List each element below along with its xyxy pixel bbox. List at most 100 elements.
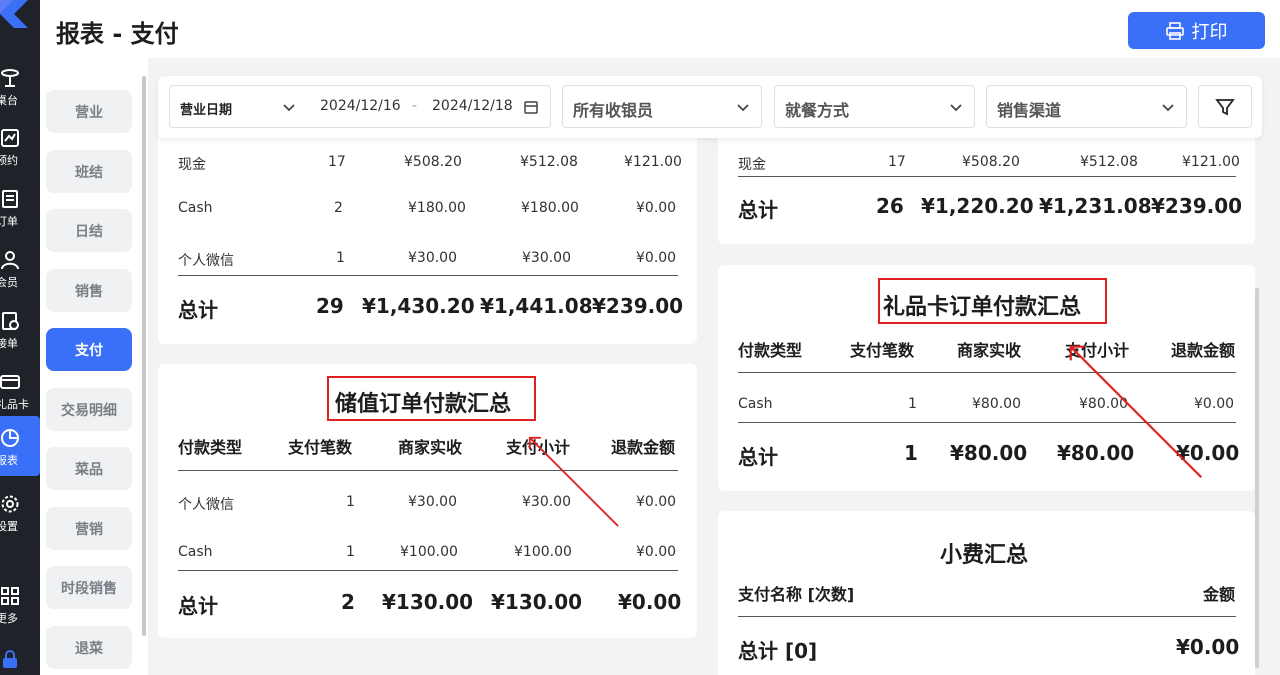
- divider: [178, 570, 678, 571]
- cell-refund: ¥0.00: [636, 494, 677, 510]
- dining-mode-select[interactable]: 就餐方式: [774, 85, 975, 128]
- chevron-down-icon: [1162, 104, 1174, 112]
- sales-channel-select[interactable]: 销售渠道: [986, 85, 1187, 128]
- rail-label: 桌台: [0, 94, 18, 107]
- subnav-scrollbar[interactable]: [142, 76, 146, 636]
- rail-item-members[interactable]: 会员: [0, 244, 40, 304]
- print-button[interactable]: 打印: [1128, 12, 1265, 49]
- report-content: 营业日期 2024/12/16 - 2024/12/18 所有收银员 就餐方式 …: [148, 58, 1280, 675]
- total-count: 26: [876, 194, 904, 218]
- subnav-item-daily[interactable]: 日结: [46, 209, 132, 252]
- calendar-chart-icon: [1, 129, 19, 147]
- cell-count: 17: [888, 154, 906, 170]
- rail-item-orders[interactable]: 订单: [0, 183, 40, 243]
- cell-refund: ¥0.00: [636, 250, 677, 266]
- cashier-select[interactable]: 所有收银员: [562, 85, 762, 128]
- cell-count: 1: [336, 250, 345, 266]
- cell-type: Cash: [178, 544, 213, 560]
- rail-label: 更多: [0, 612, 18, 625]
- cell-subtotal: ¥100.00: [514, 544, 572, 560]
- subnav-item-returns[interactable]: 退菜: [46, 626, 132, 669]
- cell-type: 现金: [178, 157, 206, 173]
- cell-type: Cash: [738, 396, 773, 412]
- total-refund: ¥239.00: [592, 294, 684, 318]
- table-row: 现金 17 ¥508.20 ¥512.08 ¥121.00: [158, 138, 697, 188]
- logo-icon: [0, 0, 28, 28]
- total-count: 29: [316, 294, 344, 318]
- rail-label: 订单: [0, 215, 18, 228]
- cell-refund: ¥121.00: [624, 154, 682, 170]
- cell-received: ¥180.00: [408, 200, 466, 216]
- total-refund: ¥0.00: [618, 590, 682, 614]
- subnav-item-marketing[interactable]: 营销: [46, 507, 132, 550]
- total-label: 总计: [178, 594, 218, 618]
- total-amount: ¥0.00: [1176, 635, 1240, 659]
- total-refund: ¥239.00: [1151, 194, 1243, 218]
- subnav-item-sales[interactable]: 销售: [46, 269, 132, 312]
- header-count: 支付笔数: [850, 341, 915, 360]
- date-start[interactable]: 2024/12/16: [320, 98, 401, 114]
- report-subnav: 营业 班结 日结 销售 支付 交易明细 菜品 营销 时段销售 退菜: [40, 58, 148, 675]
- chevron-down-icon: [283, 104, 295, 112]
- rail-label: 报表: [0, 454, 18, 467]
- subnav-item-transactions[interactable]: 交易明细: [46, 388, 132, 431]
- cell-received: ¥30.00: [408, 494, 457, 510]
- rail-item-reservation[interactable]: 预约: [0, 122, 40, 182]
- header-payment-name: 支付名称 [次数]: [738, 585, 855, 604]
- total-label: 总计: [178, 298, 218, 322]
- total-subtotal: ¥130.00: [491, 590, 583, 614]
- calendar-icon: [524, 101, 538, 114]
- stored-value-summary-card: 储值订单付款汇总 付款类型 支付笔数 商家实收 支付小计 退款金额 个人微信 1…: [158, 364, 697, 638]
- date-range-picker[interactable]: 营业日期 2024/12/16 - 2024/12/18: [169, 85, 551, 128]
- subnav-item-payment[interactable]: 支付: [46, 328, 132, 371]
- header-refund: 退款金额: [611, 438, 676, 457]
- filter-icon: [1215, 99, 1235, 116]
- total-count: 2: [341, 590, 355, 614]
- chevron-down-icon: [950, 104, 962, 112]
- page-header: 报表 - 支付 打印: [40, 0, 1280, 58]
- table-row: 个人微信 1 ¥30.00 ¥30.00 ¥0.00: [158, 234, 697, 284]
- total-row: 总计 29 ¥1,430.20 ¥1,441.08 ¥239.00: [158, 282, 697, 332]
- content-scrollbar[interactable]: [1255, 288, 1259, 668]
- subnav-item-timeslot[interactable]: 时段销售: [46, 566, 132, 609]
- lock-icon[interactable]: [0, 648, 20, 670]
- header-type: 付款类型: [738, 341, 803, 360]
- table-row: 现金 17 ¥508.20 ¥512.08 ¥121.00: [718, 138, 1255, 188]
- total-subtotal: ¥1,441.08: [480, 294, 593, 318]
- rail-item-more[interactable]: 更多: [0, 580, 40, 640]
- cell-received: ¥100.00: [400, 544, 458, 560]
- date-end[interactable]: 2024/12/18: [432, 98, 513, 114]
- grid-icon: [1, 587, 19, 605]
- cell-subtotal: ¥30.00: [522, 250, 571, 266]
- divider: [738, 176, 1236, 177]
- rail-item-table[interactable]: 桌台: [0, 62, 40, 122]
- subnav-item-business[interactable]: 营业: [46, 90, 132, 133]
- cell-count: 1: [346, 494, 355, 510]
- rail-item-settings[interactable]: 设置: [0, 488, 40, 548]
- total-label: 总计 [0]: [738, 639, 818, 663]
- cell-received: ¥80.00: [972, 396, 1021, 412]
- rail-label: 预约: [0, 154, 18, 167]
- table-icon: [1, 69, 19, 87]
- total-received: ¥1,430.20: [362, 294, 475, 318]
- filter-button[interactable]: [1198, 85, 1252, 128]
- subnav-item-shift[interactable]: 班结: [46, 150, 132, 193]
- header-received: 商家实收: [398, 438, 463, 457]
- table-row: Cash 2 ¥180.00 ¥180.00 ¥0.00: [158, 184, 697, 234]
- app-rail: 桌台 预约 订单 会员 接单 礼品卡 报表 设置 更多: [0, 0, 40, 675]
- cell-count: 1: [908, 396, 917, 412]
- receipt-icon: [2, 312, 19, 330]
- printer-icon: [1165, 21, 1184, 40]
- cell-subtotal: ¥180.00: [521, 200, 579, 216]
- rail-item-reports[interactable]: 报表: [0, 416, 40, 476]
- header-type: 付款类型: [178, 438, 243, 457]
- cell-count: 17: [328, 154, 346, 170]
- subnav-item-dishes[interactable]: 菜品: [46, 447, 132, 490]
- rail-item-accept[interactable]: 接单: [0, 305, 40, 365]
- gear-icon: [1, 495, 19, 513]
- table-header: 支付名称 [次数] 金额: [718, 565, 1255, 615]
- rail-label: 会员: [0, 276, 18, 289]
- pie-chart-icon: [1, 429, 19, 447]
- tips-summary-card: 小费汇总 支付名称 [次数] 金额 总计 [0] ¥0.00: [718, 511, 1255, 675]
- header-received: 商家实收: [957, 341, 1022, 360]
